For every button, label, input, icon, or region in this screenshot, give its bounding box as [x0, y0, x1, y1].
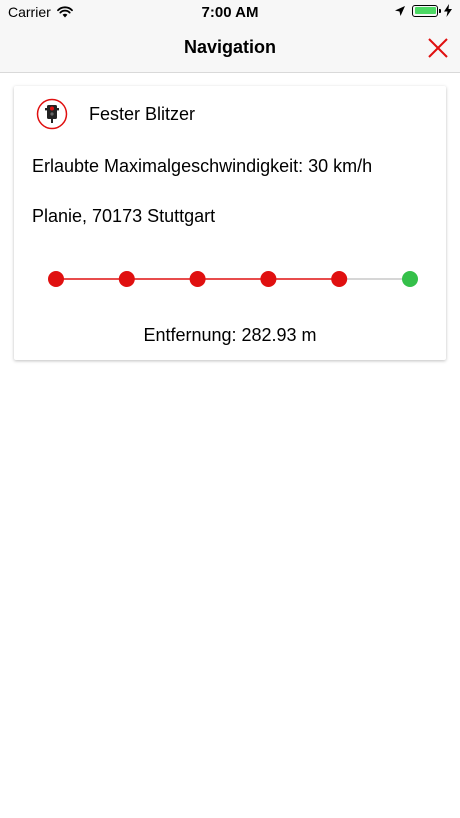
progress-end-dot: [402, 271, 418, 287]
status-bar: Carrier 7:00 AM: [0, 0, 460, 26]
battery-icon: [412, 4, 441, 17]
warning-card: Fester Blitzer Erlaubte Maximalgeschwind…: [14, 86, 446, 360]
close-icon[interactable]: [426, 36, 450, 60]
traffic-light-icon: [36, 98, 68, 130]
progress-dot: [331, 271, 348, 287]
progress-dot: [189, 271, 206, 287]
progress-dot: [118, 271, 135, 287]
distance-text: Entfernung: 282.93 m: [143, 325, 317, 345]
progress-dot: [48, 271, 64, 287]
status-time: 7:00 AM: [201, 4, 259, 21]
battery-fill: [414, 7, 436, 14]
progress-dot: [260, 271, 277, 287]
card-title: Fester Blitzer: [89, 104, 196, 124]
status-right: [394, 4, 452, 17]
location-arrow-icon: [395, 5, 405, 16]
speed-limit-text: Erlaubte Maximalgeschwindigkeit: 30 km/h: [32, 156, 373, 176]
charging-bolt-icon: [444, 4, 452, 17]
address-text: Planie, 70173 Stuttgart: [32, 206, 216, 226]
navigation-bar: Navigation: [0, 26, 460, 73]
page-title: Navigation: [183, 37, 276, 57]
distance-progress: [48, 271, 418, 287]
